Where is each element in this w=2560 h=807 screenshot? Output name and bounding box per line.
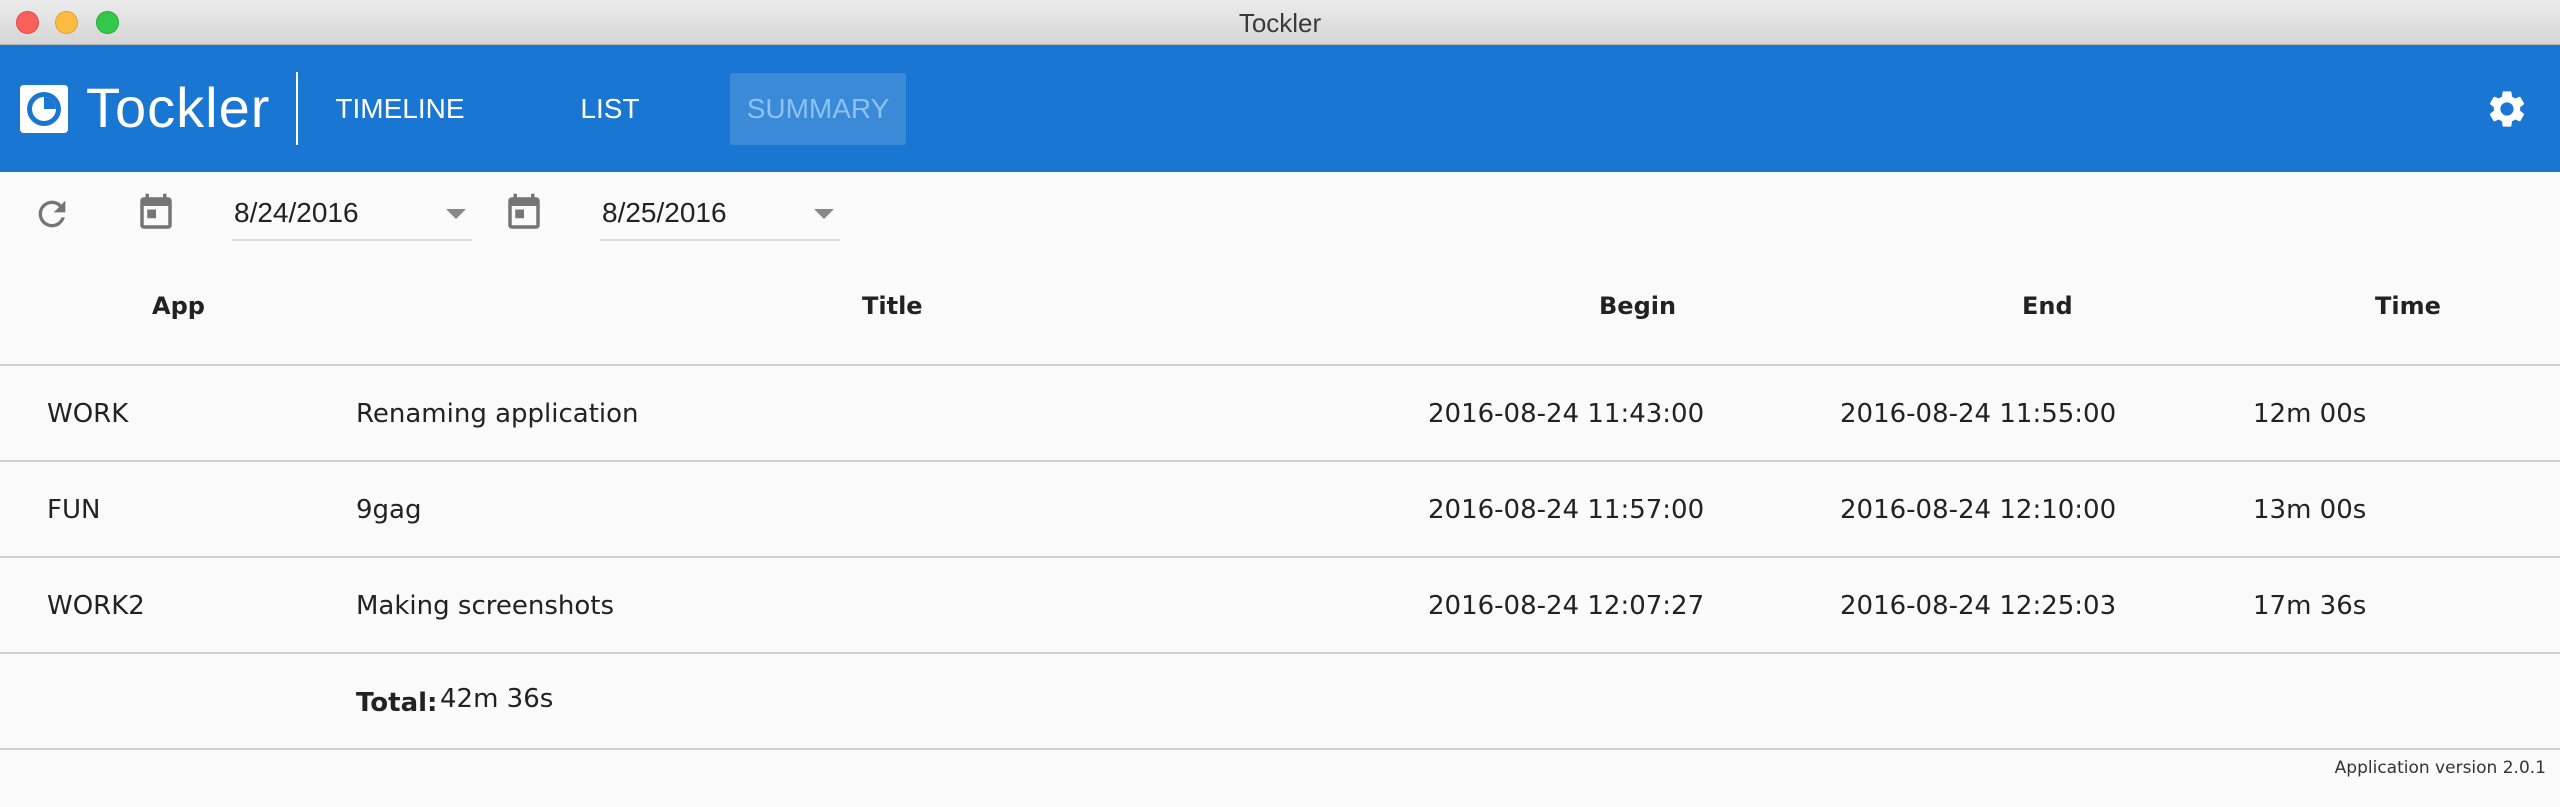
window-title: Tockler	[1238, 8, 1322, 38]
column-header-title[interactable]: Title	[862, 292, 923, 320]
divider	[0, 460, 2560, 462]
cell-title: 9gag	[356, 495, 422, 525]
total-value: 42m 36s	[440, 684, 554, 714]
tab-timeline[interactable]: TIMELINE	[320, 73, 480, 145]
cell-end: 2016-08-24 11:55:00	[1840, 399, 2117, 429]
to-date-select[interactable]: 8/25/2016	[600, 193, 840, 241]
app-brand: Tockler	[86, 76, 271, 139]
cell-title: Making screenshots	[356, 591, 614, 621]
app-bar: Tockler TIMELINE LIST SUMMARY	[0, 45, 2560, 172]
chevron-down-icon	[446, 209, 466, 219]
cell-begin: 2016-08-24 11:57:00	[1428, 495, 1705, 525]
refresh-icon[interactable]	[32, 194, 72, 234]
tab-summary[interactable]: SUMMARY	[730, 73, 906, 145]
cell-app: WORK2	[47, 591, 145, 621]
cell-time: 12m 00s	[2253, 399, 2367, 429]
cell-title: Renaming application	[356, 399, 639, 429]
cell-time: 13m 00s	[2253, 495, 2367, 525]
cell-app: WORK	[47, 399, 129, 429]
chevron-down-icon	[814, 209, 834, 219]
window-titlebar: Tockler	[0, 0, 2560, 45]
column-header-begin[interactable]: Begin	[1599, 292, 1676, 320]
calendar-icon[interactable]	[503, 191, 545, 235]
from-date-value: 8/24/2016	[234, 197, 359, 228]
calendar-icon[interactable]	[135, 191, 177, 235]
cell-begin: 2016-08-24 11:43:00	[1428, 399, 1705, 429]
total-label: Total:	[356, 688, 438, 718]
to-date-value: 8/25/2016	[602, 197, 727, 228]
divider	[0, 556, 2560, 558]
column-header-time[interactable]: Time	[2375, 292, 2441, 320]
gear-icon[interactable]	[2485, 87, 2529, 131]
cell-app: FUN	[47, 495, 101, 525]
cell-time: 17m 36s	[2253, 591, 2367, 621]
column-header-app[interactable]: App	[152, 292, 205, 320]
logo-icon	[20, 85, 68, 133]
column-header-end[interactable]: End	[2022, 292, 2073, 320]
tab-list[interactable]: LIST	[540, 73, 680, 145]
brand-divider	[296, 72, 298, 145]
app-version: Application version 2.0.1	[2334, 758, 2546, 778]
divider	[0, 364, 2560, 366]
divider	[0, 652, 2560, 654]
divider	[0, 748, 2560, 750]
cell-end: 2016-08-24 12:10:00	[1840, 495, 2117, 525]
from-date-select[interactable]: 8/24/2016	[232, 193, 472, 241]
cell-begin: 2016-08-24 12:07:27	[1428, 591, 1705, 621]
cell-end: 2016-08-24 12:25:03	[1840, 591, 2117, 621]
